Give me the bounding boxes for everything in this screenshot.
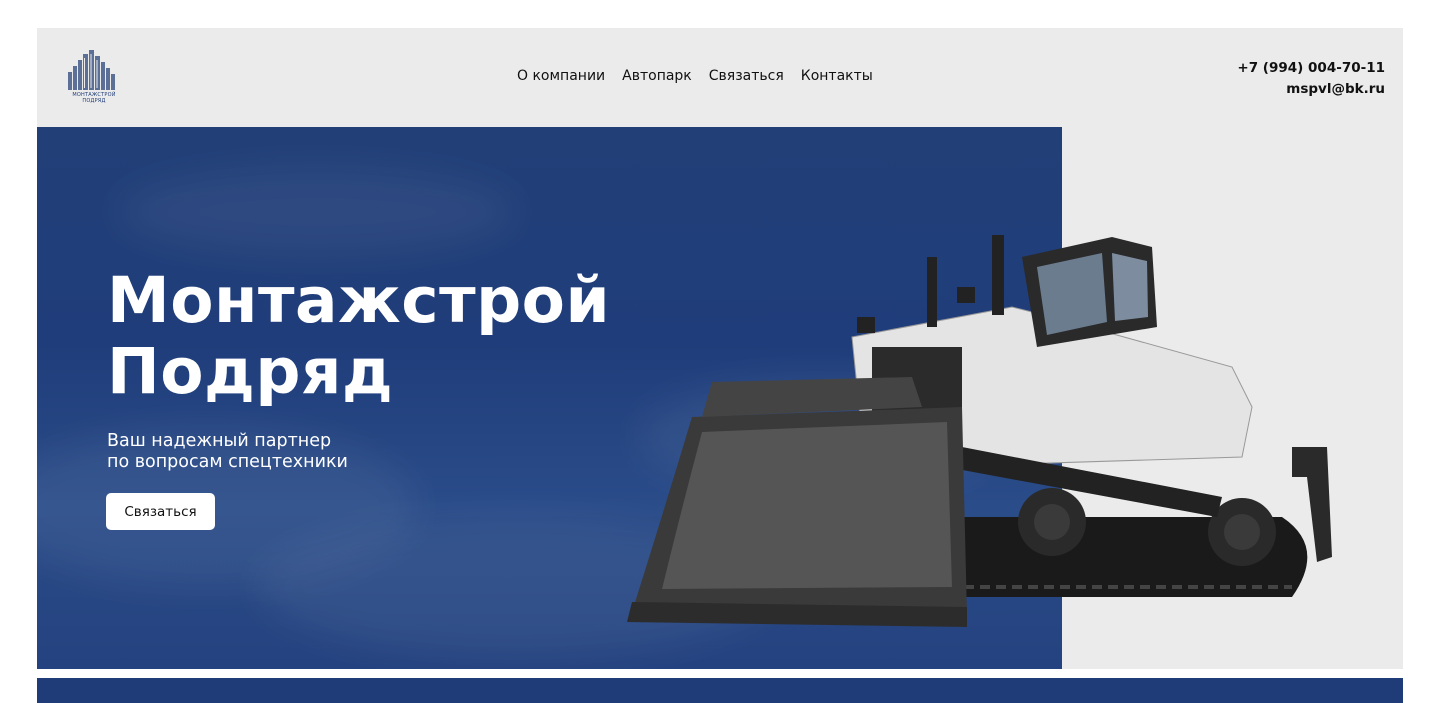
header-contact: +7 (994) 004-70-11 mspvl@bk.ru (1237, 58, 1385, 100)
section-band (37, 678, 1403, 703)
nav-item-contacts[interactable]: Контакты (801, 68, 873, 84)
hero-subtitle-line2: по вопросам спецтехники (107, 452, 348, 472)
phone-link[interactable]: +7 (994) 004-70-11 (1237, 58, 1385, 79)
contact-cta-button[interactable]: Связаться (106, 493, 215, 530)
bulldozer-image (627, 235, 1332, 627)
hero-title-line1: Монтажстрой (107, 264, 611, 337)
company-logo[interactable]: МОНТАЖСТРОЙ ПОДРЯД (62, 48, 126, 112)
main-nav: О компании Автопарк Связаться Контакты (517, 68, 873, 84)
buildings-logo-icon (68, 50, 115, 90)
hero-subtitle-line1: Ваш надежный партнер (107, 431, 332, 451)
site-header: МОНТАЖСТРОЙ ПОДРЯД О компании Автопарк С… (37, 28, 1403, 127)
hero-title: Монтажстрой Подряд (107, 265, 610, 407)
nav-item-about[interactable]: О компании (517, 68, 605, 84)
nav-item-fleet[interactable]: Автопарк (622, 68, 692, 84)
logo-line2: ПОДРЯД (82, 98, 106, 104)
page-frame: МОНТАЖСТРОЙ ПОДРЯД О компании Автопарк С… (37, 28, 1403, 703)
logo-wordmark: МОНТАЖСТРОЙ ПОДРЯД (62, 92, 126, 104)
hero-section: Монтажстрой Подряд Ваш надежный партнер … (37, 127, 1403, 669)
hero-title-line2: Подряд (107, 335, 394, 408)
email-link[interactable]: mspvl@bk.ru (1237, 79, 1385, 100)
nav-item-contact-us[interactable]: Связаться (709, 68, 784, 84)
hero-subtitle: Ваш надежный партнер по вопросам спецтех… (107, 431, 348, 473)
